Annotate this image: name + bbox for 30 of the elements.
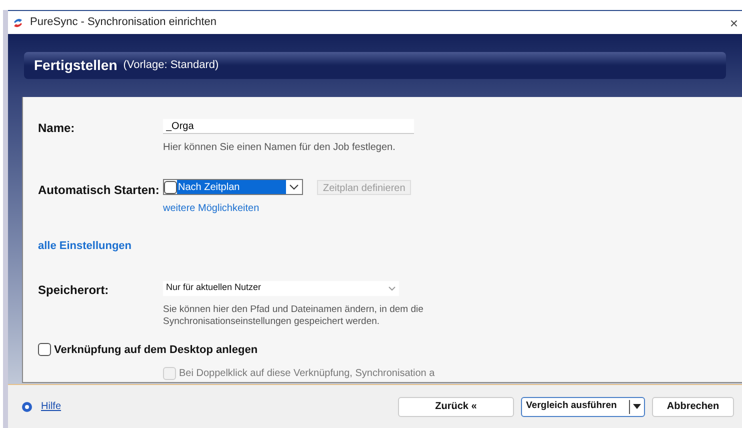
more-options-link[interactable]: weitere Möglichkeiten	[163, 201, 412, 216]
hint-text: Hier können Sie einen Namen für den Job festlegen.	[163, 141, 396, 155]
split-button[interactable]: Vergleich ausführen	[521, 396, 645, 416]
chevron-down-icon	[289, 184, 299, 190]
page-subtitle: (Vorlage: Standard)	[123, 58, 219, 74]
window-title: PureSync - Synchronisation einrichten	[30, 15, 216, 30]
storage-dropdown[interactable]: Nur für aktuellen Nutzer	[163, 280, 399, 296]
checkbox-label: Verknüpfung auf dem Desktop anlegen	[54, 342, 258, 358]
dropdown-value: Nach Zeitplan	[177, 180, 286, 194]
caret-down-icon[interactable]	[633, 404, 641, 409]
help-icon	[22, 402, 32, 412]
page-title: Fertigstellen	[34, 56, 118, 75]
footer-button[interactable]: Zurück «	[398, 396, 514, 416]
footer-button[interactable]: Abbrechen	[652, 396, 734, 416]
app-logo-icon	[12, 16, 24, 28]
dropdown-value: Nur für aktuellen Nutzer	[166, 281, 262, 294]
field-label: Speicherort:	[38, 282, 110, 298]
help-link[interactable]: Hilfe	[41, 399, 62, 414]
schedule-dropdown[interactable]: Nach Zeitplan	[163, 179, 303, 195]
hint-text: Sie können hier den Pfad und Dateinamen ändern, in dem die Synchronisationseinstellungen gespeichert werden.	[163, 304, 424, 328]
checkbox[interactable]	[164, 180, 177, 194]
close-button[interactable]: ×	[730, 16, 738, 30]
checkbox[interactable]	[38, 343, 51, 356]
field-label: Name:	[38, 120, 76, 137]
checkbox-label: Bei Doppelklick auf diese Verknüpfung, Synchronisation a	[179, 367, 435, 381]
chevron-down-icon	[388, 286, 396, 290]
button-label: Vergleich ausführen	[526, 399, 618, 414]
all-settings-link[interactable]: alle Einstellungen	[38, 238, 132, 254]
field-label: Automatisch Starten:	[38, 182, 160, 199]
name-field[interactable]: _Orga	[163, 119, 414, 134]
